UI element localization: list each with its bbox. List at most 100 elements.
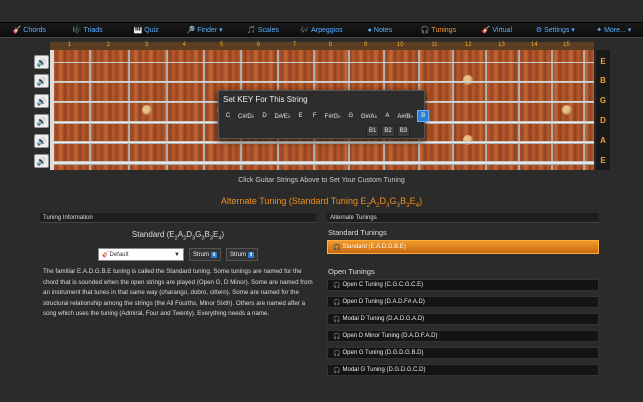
chevron-down-icon: ▼ (174, 251, 180, 258)
key-option[interactable]: F (309, 110, 321, 122)
strum-up-button[interactable]: Strum ⬆ (226, 248, 259, 261)
play-string-button[interactable]: 🔊 (34, 55, 49, 69)
nav-item-more[interactable]: ✦ More... ▾ (585, 26, 643, 34)
key-option[interactable]: C#/D♭ (236, 110, 257, 122)
nav-label: Tunings (431, 26, 457, 34)
string-note-label: D (600, 116, 606, 125)
key-option[interactable]: D#/E♭ (273, 110, 293, 122)
fret-number: 4 (182, 42, 186, 48)
key-option[interactable]: C (222, 110, 234, 122)
key-option[interactable]: G (345, 110, 357, 122)
fret-wire (127, 50, 130, 170)
nav-label: Quiz (144, 26, 159, 34)
headphones-icon: 🎧 (333, 350, 341, 357)
tuning-option-label: Modal D Tuning (D.A.D.G.A.D) (342, 316, 425, 322)
guitar-icon: 🎸 (12, 27, 22, 34)
tuning-option[interactable]: 🎧 Modal D Tuning (D.A.D.G.A.D) (327, 313, 599, 325)
fret-number: 9 (363, 42, 368, 48)
more-icon: ✦ (596, 27, 603, 34)
nav-item-settings[interactable]: ⚙ Settings ▾ (526, 26, 584, 34)
octave-option[interactable]: B1 (366, 125, 380, 137)
nav-item-triads[interactable]: 🎼 Triads (58, 26, 116, 35)
nav-label: Chords (23, 26, 46, 34)
fret-number: 8 (328, 42, 332, 48)
octave-option[interactable]: B3 (396, 125, 411, 137)
headphones-icon: 🎧 (333, 367, 341, 374)
alternate-tuning-title: Alternate Tuning (Standard Tuning E2A2D3… (220, 196, 423, 209)
key-row-notes: C C#/D♭ D D#/E♭ E F F#/G♭ G G#/A♭ A A#/B♭ B (222, 110, 430, 122)
octave-option[interactable]: B2 (381, 125, 395, 137)
speaker-icon: 🔊 (36, 116, 47, 126)
tuning-option[interactable]: 🎧 Open D Minor Tuning (D.A.D.F.A.D) (327, 330, 599, 342)
fret-number: 13 (498, 42, 505, 48)
nav-label: Scales (257, 26, 279, 34)
strum-down-button[interactable]: Strum ⬇ (189, 248, 222, 261)
nav-item-arpeggios[interactable]: 🎶 Arpeggios (292, 26, 350, 35)
guitar-icon: 🎸 (102, 252, 110, 258)
fret-wire (582, 50, 585, 170)
tuning-option[interactable]: 🎧 Open G Tuning (D.G.D.G.B.D) (327, 347, 599, 359)
guitar-string[interactable] (50, 141, 594, 145)
tuning-option-label: Open D Minor Tuning (D.A.D.F.A.D) (342, 333, 438, 339)
key-option[interactable]: E (295, 110, 307, 122)
string-note-label: B (600, 76, 606, 85)
app-window: 🎸 Chords 🎼 Triads 🎹 Quiz 🔎 Finder ▾ 🎵 Scales 🎶 Arpe… (0, 0, 643, 402)
arrow-up-icon: ⬆ (248, 251, 255, 258)
fret-number: 1 (67, 42, 72, 48)
arpeggios-icon: 🎶 (300, 27, 310, 34)
fret-number: 6 (256, 42, 260, 48)
nav-item-notes[interactable]: ● Notes (351, 27, 409, 34)
finder-icon: 🔎 (186, 27, 196, 34)
play-string-button[interactable]: 🔊 (34, 74, 49, 88)
string-note-label: E (600, 156, 606, 165)
key-option[interactable]: F#/G♭ (323, 110, 343, 122)
play-string-button[interactable]: 🔊 (34, 94, 49, 108)
tuning-option-label: Standard (E.A.D.G.B.E) (342, 244, 406, 250)
tuning-option[interactable]: 🎧 Modal G Tuning (D.G.D.G.C.D) (327, 364, 599, 376)
nav-label: Virtual (492, 26, 513, 34)
tuning-option[interactable]: 🎧 Open D Tuning (D.A.D.F#.A.D) (327, 296, 599, 308)
headphones-icon: 🎧 (420, 27, 430, 34)
tuning-description: The familiar E.A.D.G.B.E tuning is calle… (43, 268, 313, 317)
tuning-preset-select[interactable]: 🎸 Default ▼ (98, 248, 184, 261)
standard-tunings-heading: Standard Tunings (328, 228, 387, 237)
nav-item-quiz[interactable]: 🎹 Quiz (117, 26, 175, 35)
scales-icon: 🎵 (247, 27, 256, 34)
string-note-label: G (599, 96, 607, 105)
play-string-button[interactable]: 🔊 (34, 134, 49, 148)
guitar-string[interactable] (50, 81, 594, 83)
nav-item-tunings[interactable]: 🎧 Tunings (409, 26, 467, 35)
key-option[interactable]: G#/A♭ (359, 110, 380, 122)
speaker-icon: 🔊 (36, 57, 47, 67)
fret-number: 11 (431, 42, 438, 48)
nav-item-scales[interactable]: 🎵 Scales (234, 26, 292, 35)
strum-label: Strum (230, 251, 247, 258)
key-option[interactable]: A (381, 110, 393, 122)
nav-item-virtual[interactable]: 🎸 Virtual (468, 26, 526, 35)
key-option[interactable]: A#/B♭ (395, 110, 415, 122)
string-note-column: E B G D A E (596, 50, 610, 170)
play-string-button[interactable]: 🔊 (34, 154, 49, 168)
gear-icon: ⚙ (535, 27, 543, 34)
tuning-option-standard[interactable]: 🎧 Standard (E.A.D.G.B.E) (327, 240, 599, 254)
tuning-option-label: Open C Tuning (C.G.C.G.C.E) (342, 282, 424, 288)
custom-tuning-hint: Click Guitar Strings Above to Set Your C… (238, 177, 405, 184)
guitar-string[interactable] (50, 62, 594, 63)
speaker-icon: 🔊 (36, 76, 47, 86)
tuning-option[interactable]: 🎧 Open C Tuning (C.G.C.G.C.E) (327, 279, 599, 291)
key-row-octaves: B1 B2 B3 (366, 125, 411, 137)
fret-number-bar: 1 2 3 4 5 6 7 8 9 10 11 12 13 14 15 (50, 42, 594, 50)
headphones-icon: 🎧 (333, 333, 341, 340)
headphones-icon: 🎧 (333, 282, 341, 289)
fret-number: 7 (292, 42, 297, 48)
nav-item-finder[interactable]: 🔎 Finder ▾ (175, 26, 233, 34)
triads-icon: 🎼 (72, 27, 82, 34)
guitar-string[interactable] (50, 161, 594, 165)
play-string-button[interactable]: 🔊 (34, 114, 49, 128)
key-option[interactable]: B (417, 110, 430, 122)
virtual-guitar-icon: 🎸 (481, 27, 491, 34)
nav-label: Triads (83, 26, 103, 34)
nav-item-chords[interactable]: 🎸 Chords (0, 26, 58, 35)
quiz-icon: 🎹 (133, 27, 143, 34)
key-option[interactable]: D (259, 110, 271, 122)
